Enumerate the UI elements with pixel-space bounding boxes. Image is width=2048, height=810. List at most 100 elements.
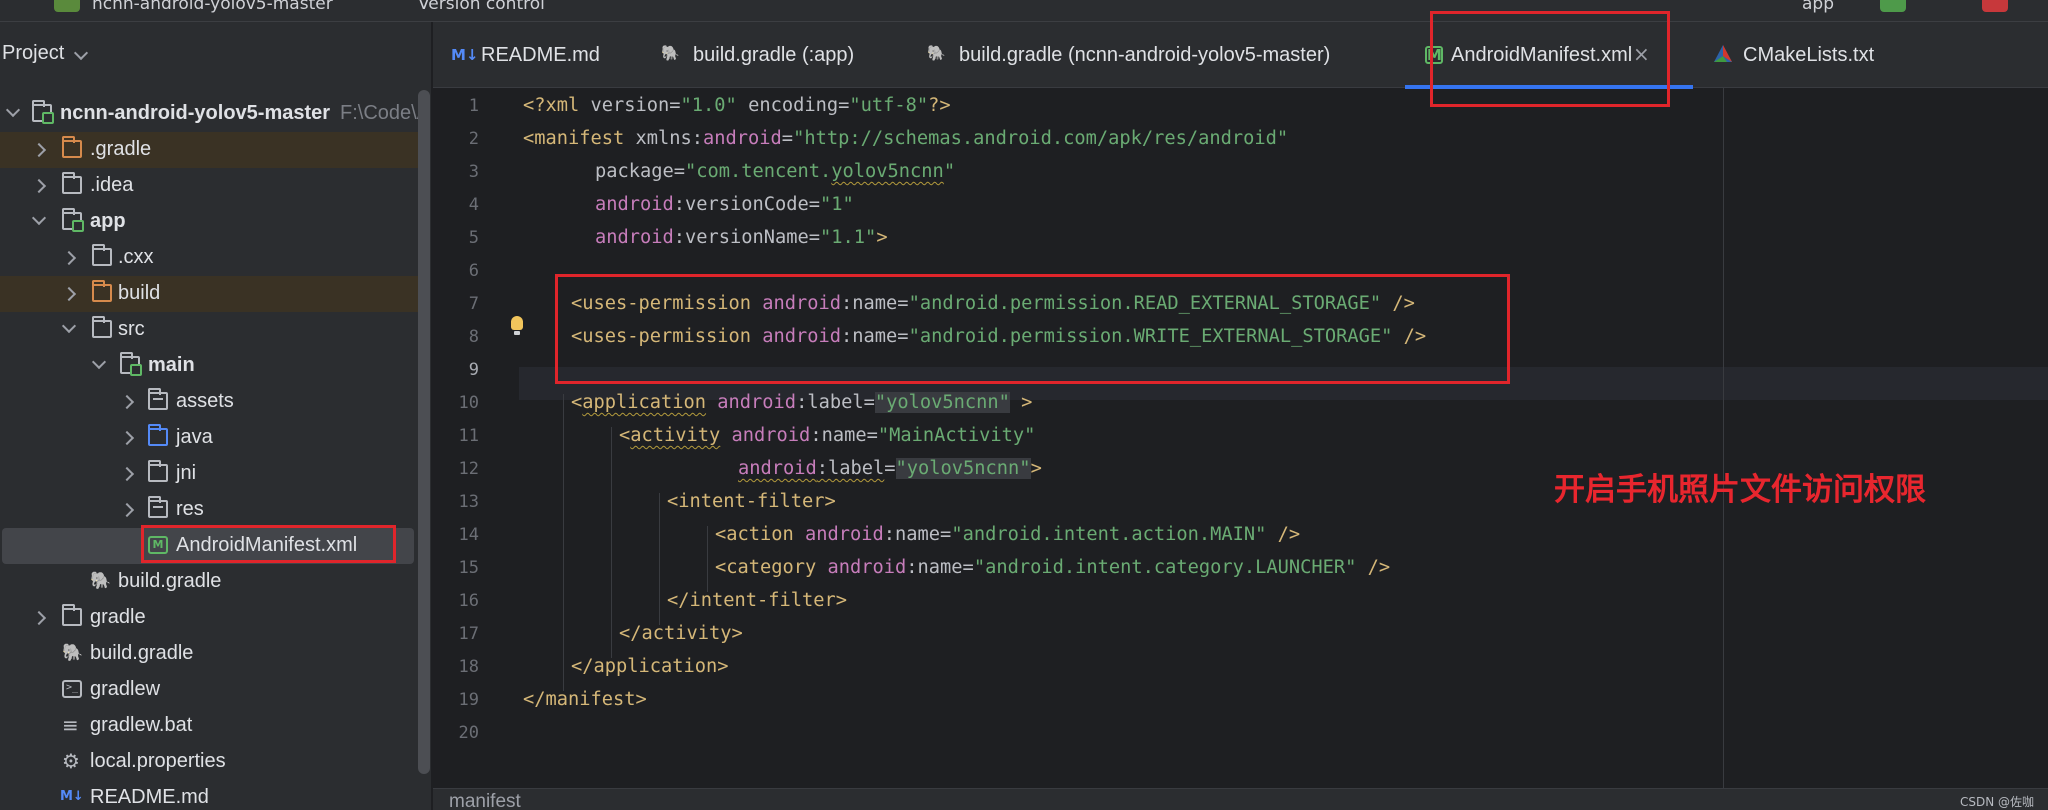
tree-item-gradle[interactable]: gradle (0, 600, 430, 636)
code-line-16: </intent-filter> (667, 590, 847, 611)
tree-item-label: AndroidManifest.xml (176, 534, 358, 556)
tab-build-gradle-root[interactable]: 🐘 build.gradle (ncnn-android-yolov5-mast… (927, 22, 1407, 88)
tree-item-src[interactable]: src (0, 312, 430, 348)
breadcrumb-item[interactable]: manifest (449, 791, 521, 810)
close-icon[interactable]: × (1633, 42, 1650, 66)
gradle-icon: 🐘 (927, 44, 946, 62)
source-root-folder-icon (148, 424, 168, 446)
tree-item-label: .idea (90, 174, 134, 196)
project-panel-scrollbar[interactable] (418, 90, 430, 774)
tree-item-label: local.properties (90, 750, 226, 772)
expand-arrow-icon[interactable] (91, 354, 107, 370)
run-button[interactable] (1880, 0, 1906, 12)
tag-close: /> (1266, 524, 1301, 545)
expand-arrow-icon[interactable] (61, 318, 77, 334)
module-folder-icon (62, 208, 84, 232)
expand-arrow-icon[interactable] (5, 102, 21, 118)
vcs-widget-label[interactable]: Version control (418, 0, 545, 14)
tree-item-gradlew-bat[interactable]: ≡ gradlew.bat (0, 708, 430, 744)
tab-cmakelists[interactable]: CMakeLists.txt (1713, 22, 1913, 88)
attr-value: "com.tencent. (685, 161, 832, 182)
tree-item-root-build-gradle[interactable]: 🐘 build.gradle (0, 636, 430, 672)
folder-icon (92, 244, 112, 266)
tag-open: < (571, 392, 583, 413)
namespace: android (738, 458, 817, 479)
expand-arrow-icon[interactable] (119, 394, 135, 410)
attr-name: :name (883, 524, 941, 545)
code-editor[interactable]: <?xml version="1.0" encoding="utf-8"?> <… (433, 88, 2048, 788)
tree-item-readme[interactable]: M↓ README.md (0, 780, 430, 810)
expand-arrow-icon[interactable] (31, 142, 47, 158)
tree-item-java[interactable]: java (0, 420, 430, 456)
tree-item-app-build-gradle[interactable]: 🐘 build.gradle (0, 564, 430, 600)
attr-name: :name (841, 293, 898, 314)
attr-value: "android.intent.action.MAIN" (951, 524, 1267, 545)
expand-arrow-icon[interactable] (119, 502, 135, 518)
tab-android-manifest[interactable]: M AndroidManifest.xml × (1405, 22, 1693, 89)
tree-item-local-properties[interactable]: ⚙ local.properties (0, 744, 430, 780)
project-view-selector[interactable]: Project (2, 42, 64, 65)
equals: = (897, 326, 909, 347)
tree-item-assets[interactable]: assets (0, 384, 430, 420)
cmake-icon (1713, 44, 1733, 68)
namespace: android (595, 194, 674, 215)
project-widget-icon[interactable] (54, 0, 80, 12)
tree-item-label: gradlew (90, 678, 161, 700)
code-line-19: </manifest> (523, 689, 647, 710)
tab-build-gradle-app[interactable]: 🐘 build.gradle (:app) (661, 22, 921, 88)
namespace: android (703, 128, 782, 149)
tree-item-cxx[interactable]: .cxx (0, 240, 430, 276)
tree-item-res[interactable]: res (0, 492, 430, 528)
attr-name: encoding (748, 95, 839, 116)
attr-name: :name (906, 557, 963, 578)
chevron-down-icon[interactable] (73, 45, 89, 61)
folder-icon (62, 604, 82, 626)
equals: = (940, 524, 952, 545)
tree-item-app[interactable]: app (0, 204, 430, 240)
expand-arrow-icon[interactable] (119, 466, 135, 482)
expand-arrow-icon[interactable] (119, 430, 135, 446)
tree-item-jni[interactable]: jni (0, 456, 430, 492)
source-folder-icon (120, 352, 142, 376)
tree-item-android-manifest[interactable]: M AndroidManifest.xml (2, 528, 414, 564)
expand-arrow-icon[interactable] (31, 610, 47, 626)
tree-item-gradlew[interactable]: >_ gradlew (0, 672, 430, 708)
tree-item-main[interactable]: main (0, 348, 430, 384)
project-widget-label[interactable]: ncnn-android-yolov5-master (92, 0, 333, 14)
tree-item-idea[interactable]: .idea (0, 168, 430, 204)
indent-guide (659, 493, 660, 625)
tree-item-gradle-cache[interactable]: .gradle (0, 132, 430, 168)
gradle-icon: 🐘 (90, 571, 112, 591)
expand-arrow-icon[interactable] (31, 210, 47, 226)
equals: = (962, 557, 974, 578)
tab-label: README.md (481, 44, 600, 66)
tag-close: > (876, 227, 888, 248)
expand-arrow-icon[interactable] (31, 178, 47, 194)
tree-item-label: java (176, 426, 213, 448)
expand-arrow-icon[interactable] (61, 250, 77, 266)
right-margin-guide (1723, 88, 1724, 788)
attr-value: "utf-8" (849, 95, 929, 116)
tab-label: build.gradle (ncnn-android-yolov5-master… (959, 44, 1331, 66)
tab-label: build.gradle (:app) (693, 44, 855, 66)
attr-value: "1.1" (820, 227, 877, 248)
namespace: android (805, 524, 884, 545)
equals: = (884, 458, 896, 479)
expand-arrow-icon[interactable] (61, 286, 77, 302)
excluded-folder-icon (62, 136, 82, 158)
tab-label: CMakeLists.txt (1743, 44, 1875, 66)
code-line-14: <action android:name="android.intent.act… (715, 524, 1300, 545)
tab-readme[interactable]: M↓ README.md (451, 22, 651, 88)
namespace: android (731, 425, 811, 446)
namespace: android (762, 293, 842, 314)
run-config-label[interactable]: app (1802, 0, 1834, 14)
tree-item-root[interactable]: ncnn-android-yolov5-master F:\Code\A (0, 96, 430, 132)
attr-value: "1" (820, 194, 854, 215)
tree-item-label: .gradle (90, 138, 152, 160)
stop-button[interactable] (1982, 0, 2008, 12)
editor-area: M↓ README.md 🐘 build.gradle (:app) 🐘 bui… (433, 22, 2048, 810)
namespace: android (762, 326, 842, 347)
equals: = (808, 194, 821, 215)
attr-name: :versionCode (673, 194, 809, 215)
tree-item-build[interactable]: build (0, 276, 430, 312)
